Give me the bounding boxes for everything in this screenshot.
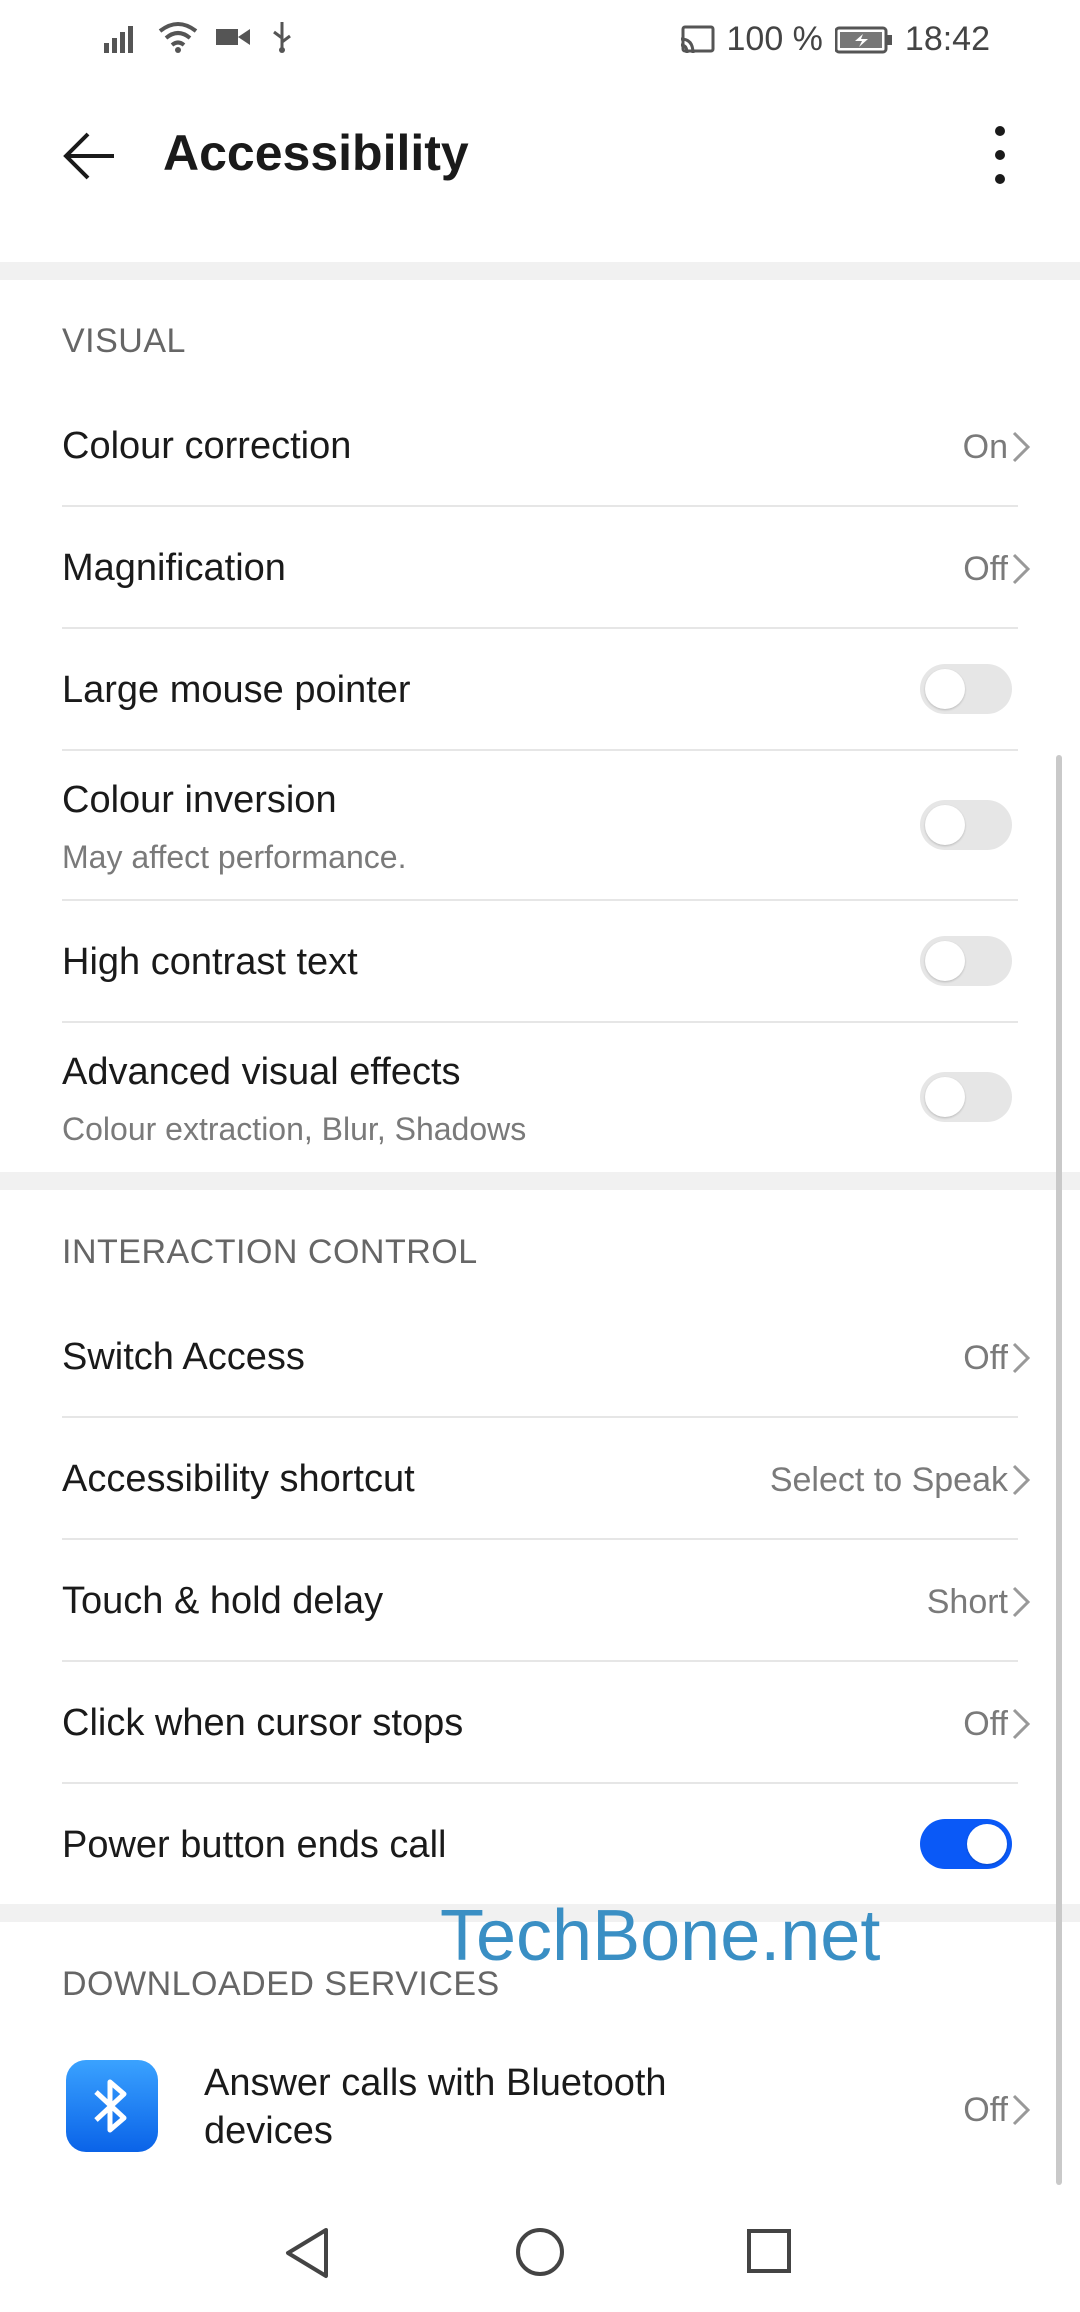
chevron-right-icon	[1012, 1586, 1031, 1618]
row-label: Accessibility shortcut	[62, 1458, 415, 1500]
chevron-right-icon	[1012, 1464, 1031, 1496]
chevron-right-icon	[1012, 1342, 1031, 1374]
colour-inversion-toggle[interactable]	[920, 800, 1012, 850]
colour-correction-row[interactable]: Colour correction On	[0, 385, 1080, 505]
watermark: TechBone.net	[440, 1896, 881, 1976]
section-title-interaction: INTERACTION CONTROL	[62, 1233, 478, 1271]
section-title-downloaded: DOWNLOADED SERVICES	[62, 1965, 500, 2003]
switch-access-row[interactable]: Switch Access Off	[0, 1296, 1080, 1416]
toggle-knob	[967, 1824, 1007, 1864]
toggle-knob	[925, 941, 965, 981]
row-value: On	[962, 428, 1008, 466]
bluetooth-icon	[66, 2060, 158, 2152]
toggle-knob	[925, 805, 965, 845]
magnification-row[interactable]: Magnification Off	[0, 507, 1080, 627]
advanced-visual-effects-row: Advanced visual effects Colour extractio…	[0, 1023, 1080, 1171]
section-gap	[0, 1172, 1080, 1190]
high-contrast-text-row: High contrast text	[0, 901, 1080, 1021]
section-title-visual: VISUAL	[62, 322, 186, 360]
row-label: Colour inversion	[62, 779, 337, 821]
large-mouse-pointer-toggle[interactable]	[920, 664, 1012, 714]
nav-recents-icon[interactable]	[746, 2228, 792, 2274]
row-label: Click when cursor stops	[62, 1702, 464, 1744]
chevron-right-icon	[1012, 553, 1031, 585]
nav-home-icon[interactable]	[514, 2226, 566, 2278]
status-icons-left	[104, 20, 294, 54]
accessibility-shortcut-row[interactable]: Accessibility shortcut Select to Speak	[0, 1418, 1080, 1538]
battery-charging-icon	[834, 26, 892, 53]
usb-icon	[273, 22, 291, 53]
bluetooth-answer-row[interactable]: Answer calls with Bluetooth devices Off	[0, 2040, 1080, 2175]
row-label: Magnification	[62, 547, 286, 589]
advanced-visual-effects-toggle[interactable]	[920, 1072, 1012, 1122]
row-subtitle: May affect performance.	[62, 839, 407, 875]
row-value: Short	[926, 1583, 1008, 1621]
video-camera-icon	[216, 29, 250, 45]
back-arrow-icon[interactable]	[60, 126, 120, 186]
power-button-ends-call-toggle[interactable]	[920, 1819, 1012, 1869]
click-cursor-stops-row[interactable]: Click when cursor stops Off	[0, 1662, 1080, 1782]
row-label: Colour correction	[62, 425, 352, 467]
more-options-icon[interactable]	[980, 120, 1020, 190]
large-mouse-pointer-row: Large mouse pointer	[0, 629, 1080, 749]
chevron-right-icon	[1012, 1708, 1031, 1740]
app-header: Accessibility	[0, 80, 1080, 230]
chevron-right-icon	[1012, 2094, 1031, 2126]
touch-hold-delay-row[interactable]: Touch & hold delay Short	[0, 1540, 1080, 1660]
row-value: Off	[963, 1705, 1008, 1743]
toggle-knob	[925, 1077, 965, 1117]
row-label: Touch & hold delay	[62, 1580, 384, 1622]
row-value: Off	[963, 550, 1008, 588]
status-icons-right: 100 % 18:42	[679, 20, 990, 59]
nav-back-icon[interactable]	[284, 2226, 330, 2280]
row-label: Switch Access	[62, 1336, 305, 1378]
clock: 18:42	[904, 20, 990, 58]
row-value: Select to Speak	[769, 1461, 1008, 1499]
chevron-right-icon	[1012, 431, 1031, 463]
page-title: Accessibility	[163, 125, 469, 181]
row-label: High contrast text	[62, 941, 358, 983]
row-label-line1: Answer calls with Bluetooth	[204, 2062, 667, 2104]
navigation-bar	[0, 2180, 1080, 2312]
signal-icon	[104, 26, 133, 53]
row-label: Power button ends call	[62, 1824, 447, 1866]
row-label-line2: devices	[204, 2110, 333, 2152]
toggle-knob	[925, 669, 965, 709]
wifi-icon	[158, 22, 198, 53]
colour-inversion-row: Colour inversion May affect performance.	[0, 751, 1080, 899]
cast-icon	[680, 25, 714, 53]
power-button-ends-call-row: Power button ends call	[0, 1784, 1080, 1904]
scrollbar[interactable]	[1056, 755, 1062, 2185]
status-bar: 100 % 18:42	[0, 0, 1080, 80]
row-label: Advanced visual effects	[62, 1051, 461, 1093]
high-contrast-text-toggle[interactable]	[920, 936, 1012, 986]
row-value: Off	[963, 2091, 1008, 2129]
row-subtitle: Colour extraction, Blur, Shadows	[62, 1111, 527, 1147]
row-value: Off	[963, 1339, 1008, 1377]
row-label: Large mouse pointer	[62, 669, 411, 711]
battery-percent: 100 %	[726, 20, 823, 58]
section-gap	[0, 262, 1080, 280]
